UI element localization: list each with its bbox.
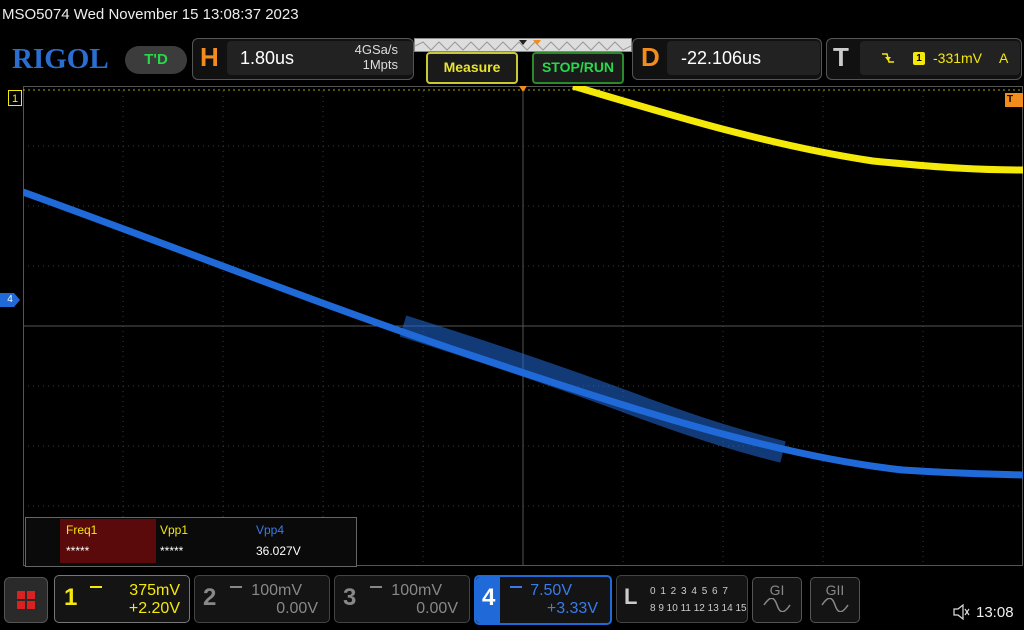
ch1-position-marker[interactable]: 1 — [8, 90, 22, 106]
ch1-scale: 375mV — [129, 582, 180, 599]
overview-wave-icon — [414, 40, 632, 51]
trigger-level-marker[interactable]: T — [1005, 93, 1023, 107]
horizontal-label: H — [200, 42, 219, 72]
delay-value: -22.106us — [681, 48, 762, 68]
generator-2-button[interactable]: GII — [810, 577, 860, 623]
waveform-display[interactable] — [23, 86, 1023, 566]
main-menu-button[interactable] — [4, 577, 48, 623]
waveform-overview-strip[interactable] — [414, 38, 632, 52]
generator-2-label: GII — [825, 582, 845, 598]
stop-run-button[interactable]: STOP/RUN — [532, 52, 624, 84]
ch2-number: 2 — [203, 584, 217, 611]
memory-depth: 1Mpts — [362, 57, 398, 72]
meas-header-freq1: Freq1 — [66, 523, 98, 537]
sine-wave-icon — [821, 597, 849, 613]
rigol-logo: RIGOL — [12, 43, 109, 75]
generator-1-button[interactable]: GI — [752, 577, 802, 623]
ch4-scale: 7.50V — [530, 582, 572, 599]
sample-rate: 4GSa/s — [354, 42, 398, 57]
window-title: MSO5074 Wed November 15 13:08:37 2023 — [2, 6, 299, 23]
delay-label: D — [641, 42, 660, 72]
trigger-level: -331mV — [933, 50, 983, 66]
trigger-mode: A — [999, 50, 1009, 66]
logic-channels-row2: 8 9 10 11 12 13 14 15 — [650, 603, 747, 614]
ch4-number: 4 — [482, 584, 496, 611]
speaker-icon[interactable] — [952, 603, 970, 621]
ch3-scale: 100mV — [391, 582, 442, 599]
meas-value-vpp4: 36.027V — [256, 544, 301, 558]
sine-wave-icon — [763, 597, 791, 613]
meas-value-vpp1: ***** — [160, 544, 184, 558]
status-clock: 13:08 — [976, 604, 1014, 621]
trigger-source-badge: 1 — [913, 52, 925, 65]
grid-menu-icon — [17, 591, 35, 609]
meas-value-freq1: ***** — [66, 544, 90, 558]
generator-1-label: GI — [769, 582, 785, 598]
ch3-offset: 0.00V — [416, 600, 458, 617]
ch2-offset: 0.00V — [276, 600, 318, 617]
timebase-value: 1.80us — [240, 48, 295, 68]
ch2-scale: 100mV — [251, 582, 302, 599]
logic-label: L — [624, 584, 638, 609]
ch1-offset: +2.20V — [128, 600, 180, 617]
logic-channels-row1: 0 1 2 3 4 5 6 7 — [650, 586, 729, 597]
ch3-number: 3 — [343, 584, 357, 611]
ch4-offset: +3.33V — [546, 600, 598, 617]
meas-header-vpp4: Vpp4 — [256, 523, 285, 537]
mode-badge[interactable]: T'D — [125, 46, 187, 74]
ch4-position-marker[interactable]: 4 — [0, 293, 20, 307]
meas-header-vpp1: Vpp1 — [160, 523, 189, 537]
measure-button[interactable]: Measure — [426, 52, 518, 84]
ch1-number: 1 — [64, 584, 78, 611]
falling-edge-icon — [882, 53, 894, 63]
trigger-label: T — [833, 42, 849, 72]
